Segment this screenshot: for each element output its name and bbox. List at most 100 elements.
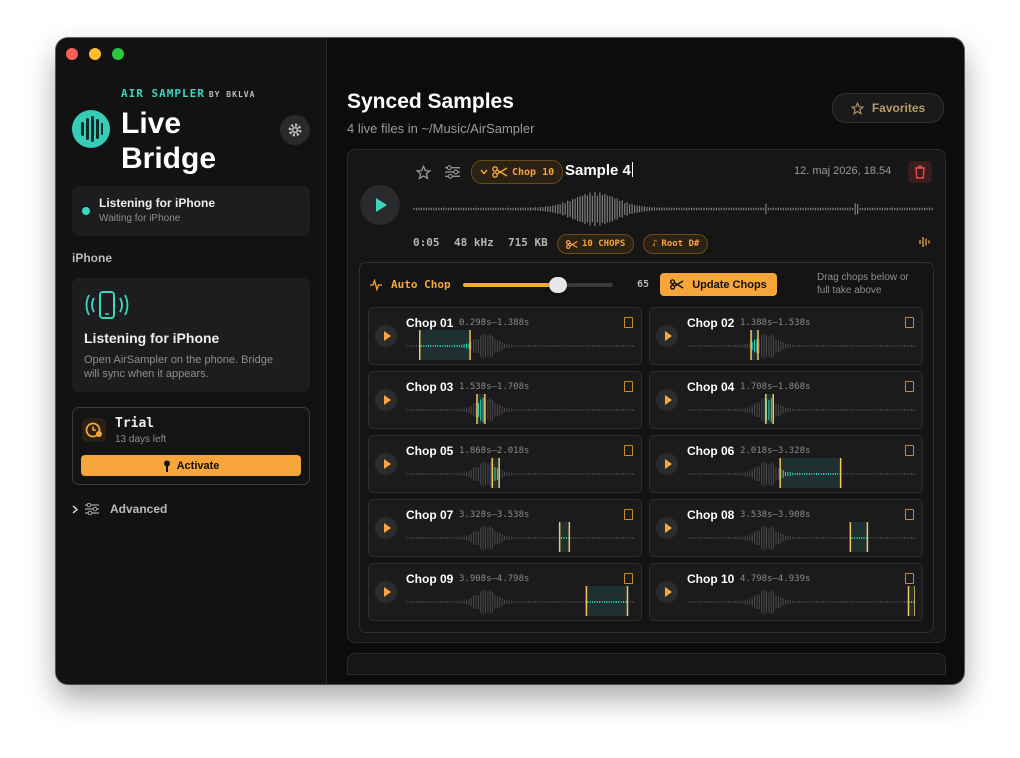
status-subtitle: Waiting for iPhone bbox=[99, 213, 181, 224]
app-title-line1: Live bbox=[121, 107, 182, 140]
play-chop-button[interactable] bbox=[656, 517, 678, 539]
section-label-iphone: iPhone bbox=[72, 251, 113, 265]
play-sample-button[interactable] bbox=[360, 185, 400, 225]
chop-card[interactable]: Chop 05 1.868s–2.018s bbox=[368, 435, 642, 493]
auto-chop-value: 65 bbox=[637, 279, 650, 290]
chop-waveform[interactable] bbox=[687, 456, 915, 488]
play-chop-button[interactable] bbox=[656, 325, 678, 347]
chop-time-range: 0.298s–1.388s bbox=[459, 318, 530, 328]
slider-thumb[interactable] bbox=[548, 277, 567, 293]
export-file-icon[interactable] bbox=[905, 573, 914, 584]
chops-count-badge: 10 CHOPS bbox=[557, 234, 635, 254]
zoom-window-button[interactable] bbox=[112, 48, 124, 60]
export-file-icon[interactable] bbox=[905, 317, 914, 328]
chop-card[interactable]: Chop 10 4.798s–4.939s bbox=[649, 563, 923, 621]
scissors-icon bbox=[566, 239, 578, 249]
chop-waveform[interactable] bbox=[406, 520, 634, 552]
favorites-button[interactable]: Favorites bbox=[832, 93, 944, 123]
text-cursor bbox=[631, 162, 633, 177]
advanced-label: Advanced bbox=[110, 502, 168, 516]
iphone-card: Listening for iPhone Open AirSampler on … bbox=[72, 278, 310, 392]
export-file-icon[interactable] bbox=[624, 317, 633, 328]
update-chops-label: Update Chops bbox=[692, 278, 767, 291]
chop-waveform[interactable] bbox=[406, 584, 634, 616]
chop-selector-label: Chop 10 bbox=[512, 166, 555, 178]
iphone-card-body-line1: Open AirSampler on the phone. Bridge bbox=[84, 354, 273, 366]
sample-name-field[interactable]: Sample 4 bbox=[565, 162, 633, 179]
phone-broadcast-icon bbox=[85, 291, 129, 319]
chop-time-range: 1.388s–1.538s bbox=[740, 318, 811, 328]
music-note-icon: ♪ bbox=[652, 239, 658, 249]
chop-card[interactable]: Chop 03 1.538s–1.708s bbox=[368, 371, 642, 429]
auto-chop-slider[interactable] bbox=[463, 277, 613, 293]
advanced-disclosure[interactable]: Advanced bbox=[72, 500, 167, 518]
export-file-icon[interactable] bbox=[905, 445, 914, 456]
bridge-logo-icon bbox=[72, 110, 110, 148]
chop-card[interactable]: Chop 01 0.298s–1.388s bbox=[368, 307, 642, 365]
sample-duration: 0:05 bbox=[413, 236, 440, 249]
sample-size: 715 KB bbox=[508, 236, 548, 249]
chop-card[interactable]: Chop 02 1.388s–1.538s bbox=[649, 307, 923, 365]
sample-settings-icon[interactable] bbox=[445, 165, 460, 179]
export-file-icon[interactable] bbox=[624, 445, 633, 456]
status-dot bbox=[82, 207, 90, 215]
play-chop-button[interactable] bbox=[656, 453, 678, 475]
chop-waveform[interactable] bbox=[687, 328, 915, 360]
chop-waveform[interactable] bbox=[406, 328, 634, 360]
chop-waveform[interactable] bbox=[687, 392, 915, 424]
play-chop-button[interactable] bbox=[656, 389, 678, 411]
chop-selector[interactable]: Chop 10 bbox=[471, 160, 564, 184]
chop-card[interactable]: Chop 04 1.708s–1.868s bbox=[649, 371, 923, 429]
settings-button[interactable] bbox=[280, 115, 310, 145]
chop-waveform[interactable] bbox=[406, 392, 634, 424]
page-title: Synced Samples bbox=[347, 90, 514, 113]
chop-waveform[interactable] bbox=[687, 584, 915, 616]
waveform-icon[interactable] bbox=[919, 236, 931, 248]
activate-button[interactable]: Activate bbox=[81, 455, 301, 476]
delete-sample-button[interactable] bbox=[908, 161, 932, 183]
close-window-button[interactable] bbox=[66, 48, 78, 60]
play-chop-button[interactable] bbox=[375, 453, 397, 475]
sparkle-wave-icon bbox=[370, 279, 382, 291]
export-file-icon[interactable] bbox=[624, 573, 633, 584]
root-key-label: Root D# bbox=[661, 239, 700, 249]
sample-waveform[interactable] bbox=[413, 190, 933, 228]
connection-status-card: Listening for iPhone Waiting for iPhone bbox=[72, 186, 310, 236]
trash-icon bbox=[915, 165, 925, 179]
play-chop-button[interactable] bbox=[375, 389, 397, 411]
minimize-window-button[interactable] bbox=[89, 48, 101, 60]
chop-card[interactable]: Chop 07 3.328s–3.538s bbox=[368, 499, 642, 557]
play-chop-button[interactable] bbox=[375, 325, 397, 347]
export-file-icon[interactable] bbox=[905, 381, 914, 392]
auto-chop-panel: Auto Chop 65 Update Chops Drag chops bel… bbox=[359, 262, 934, 633]
favorites-label: Favorites bbox=[871, 101, 926, 115]
favorite-star-icon[interactable] bbox=[416, 165, 431, 180]
play-chop-button[interactable] bbox=[375, 581, 397, 603]
chevron-down-icon bbox=[480, 169, 488, 175]
play-chop-button[interactable] bbox=[375, 517, 397, 539]
auto-chop-label: Auto Chop bbox=[391, 278, 451, 291]
app-window: AIR SAMPLER BY BKLVA Live Bridge Listening… bbox=[56, 38, 964, 684]
sample-name: Sample 4 bbox=[565, 162, 631, 179]
trial-subtitle: 13 days left bbox=[115, 434, 167, 445]
play-chop-button[interactable] bbox=[656, 581, 678, 603]
chop-time-range: 1.708s–1.868s bbox=[740, 382, 811, 392]
trial-title: Trial bbox=[115, 416, 155, 431]
chop-card[interactable]: Chop 09 3.908s–4.798s bbox=[368, 563, 642, 621]
chop-time-range: 4.798s–4.939s bbox=[740, 574, 811, 584]
chop-time-range: 3.538s–3.908s bbox=[740, 510, 811, 520]
chop-card[interactable]: Chop 06 2.018s–3.328s bbox=[649, 435, 923, 493]
export-file-icon[interactable] bbox=[624, 509, 633, 520]
key-icon bbox=[163, 460, 170, 472]
export-file-icon[interactable] bbox=[624, 381, 633, 392]
page-subtitle: 4 live files in ~/Music/AirSampler bbox=[347, 121, 535, 136]
export-file-icon[interactable] bbox=[905, 509, 914, 520]
slider-fill bbox=[463, 283, 558, 287]
chop-waveform[interactable] bbox=[687, 520, 915, 552]
update-chops-button[interactable]: Update Chops bbox=[660, 273, 777, 296]
chop-card[interactable]: Chop 08 3.538s–3.908s bbox=[649, 499, 923, 557]
chop-waveform[interactable] bbox=[406, 456, 634, 488]
scissors-icon bbox=[670, 279, 684, 290]
brand-by: BY BKLVA bbox=[208, 90, 256, 99]
activate-label: Activate bbox=[176, 459, 220, 472]
